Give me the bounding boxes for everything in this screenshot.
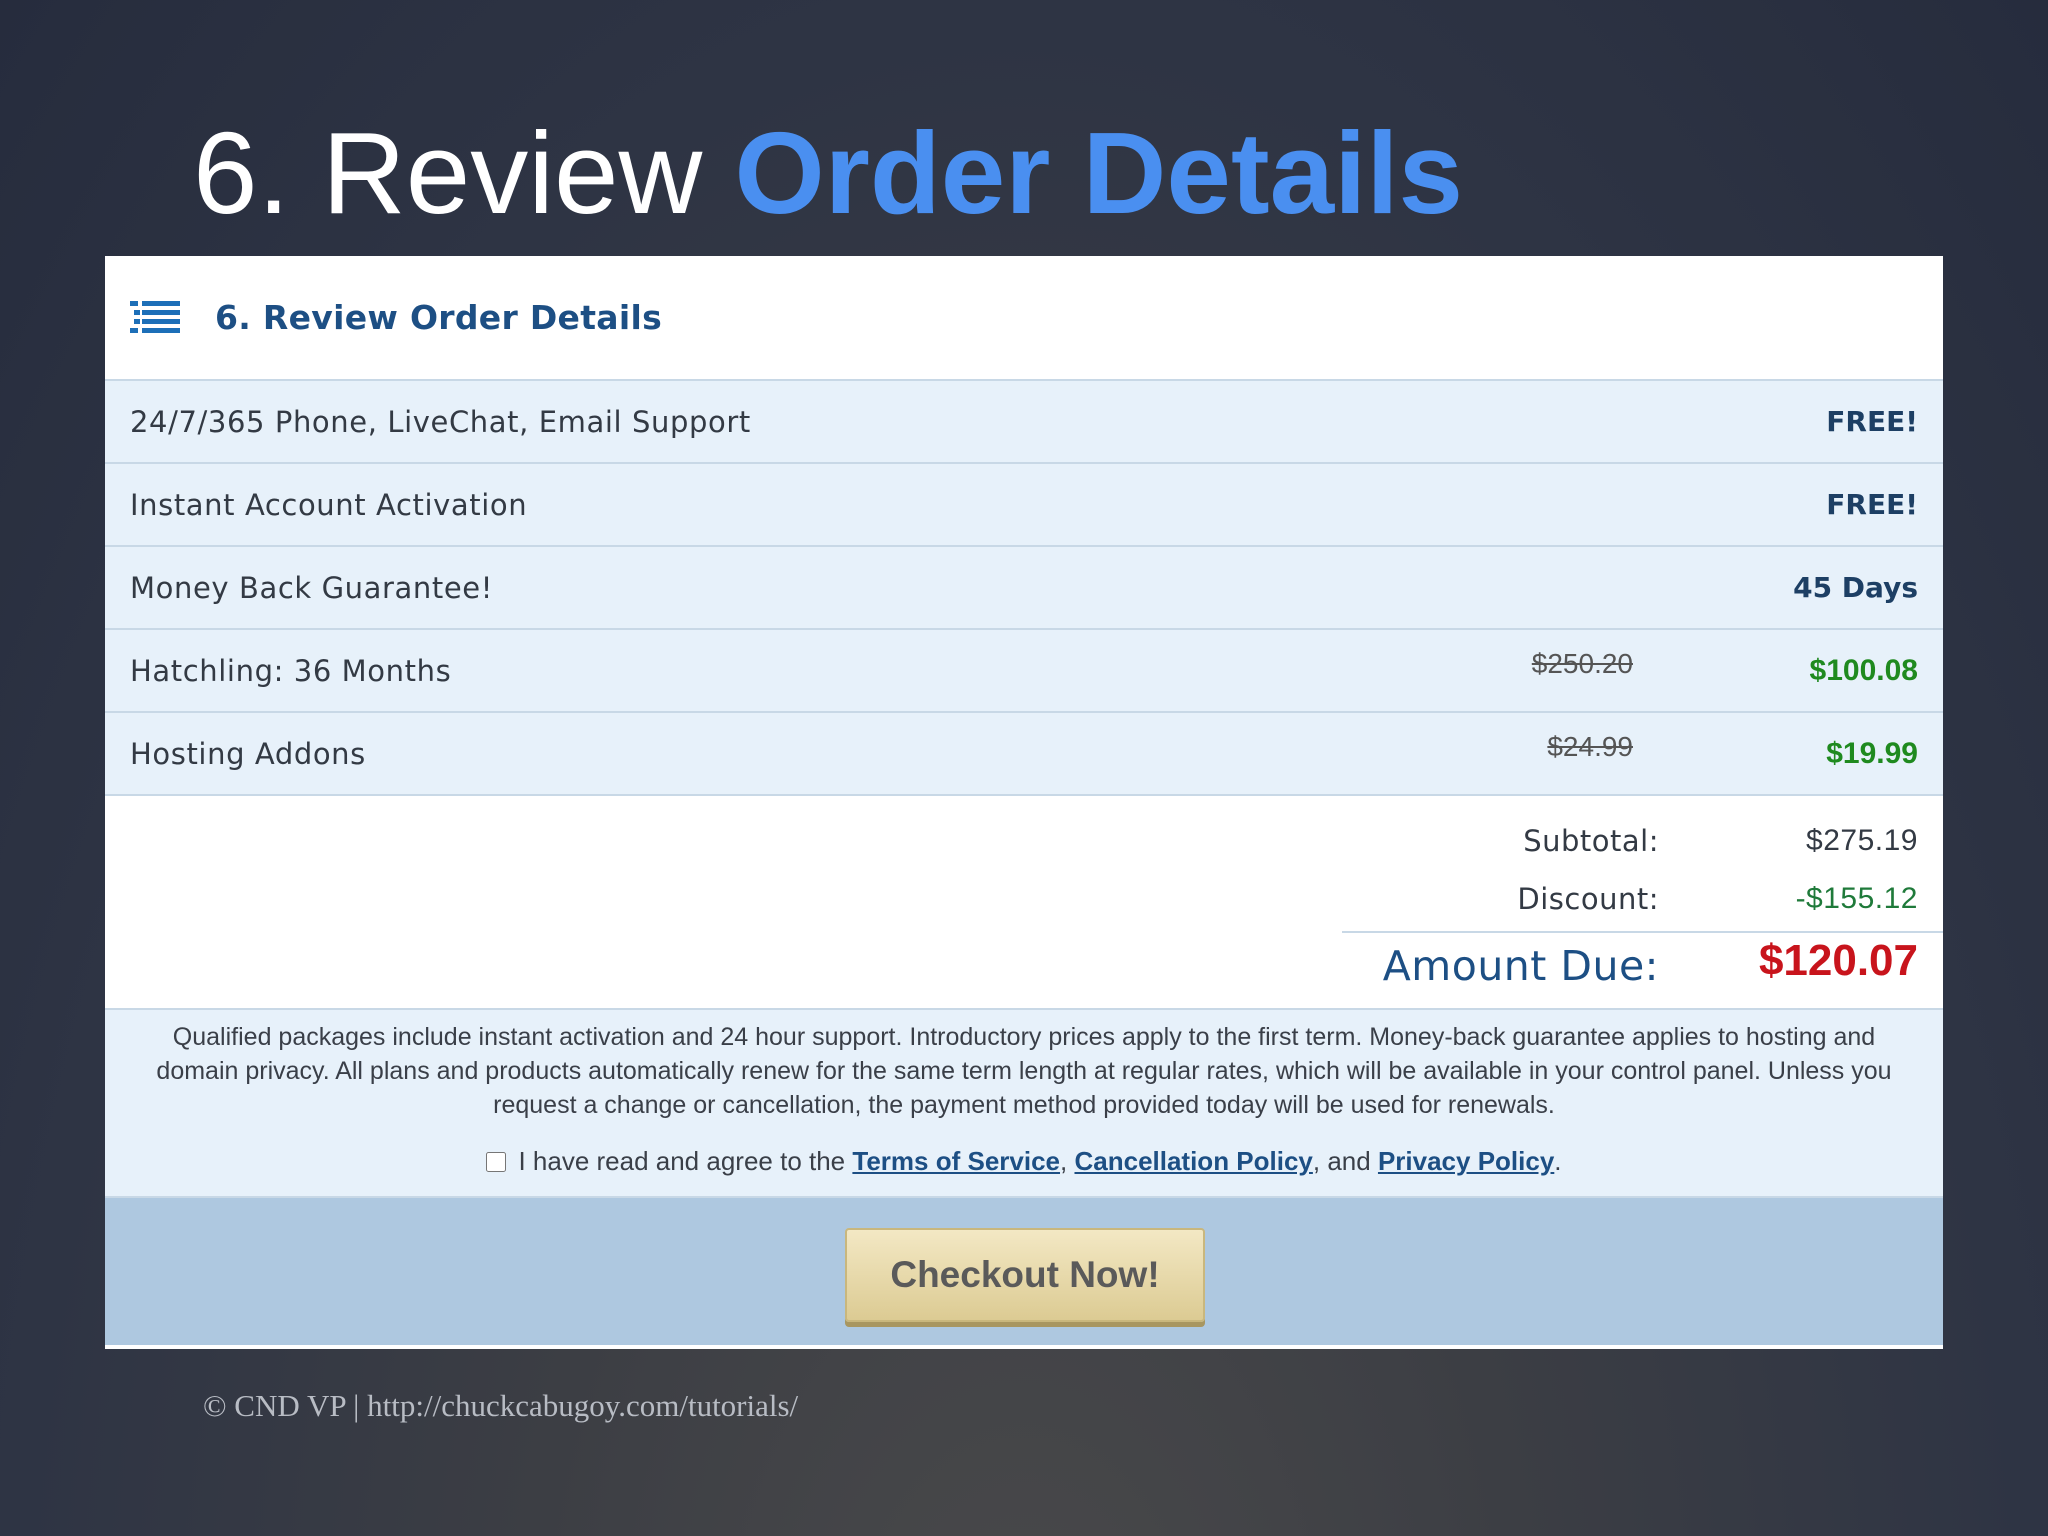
line-item-hatchling: Hatchling: 36 Months $250.20 $100.08 [105,630,1943,713]
line-item-label: Hatchling: 36 Months [130,653,452,688]
agree-text: I have read and agree to the Terms of Se… [518,1146,1561,1177]
line-item-activation: Instant Account Activation FREE! [105,464,1943,547]
line-item-label: Hosting Addons [130,736,366,771]
slide-title: 6. Review Order Details [193,108,1463,238]
terms-of-service-link[interactable]: Terms of Service [852,1146,1060,1176]
line-item-value: FREE! [1826,488,1918,521]
line-item-old-price: $24.99 [1547,731,1633,762]
line-item-label: 24/7/365 Phone, LiveChat, Email Support [130,404,751,439]
terms-section: Qualified packages include instant activ… [105,1010,1943,1198]
agree-row: I have read and agree to the Terms of Se… [135,1146,1913,1177]
privacy-policy-link[interactable]: Privacy Policy [1378,1146,1554,1176]
agree-and: , and [1312,1146,1371,1176]
amount-due-label: Amount Due: [1382,942,1659,990]
agree-period: . [1554,1146,1562,1176]
panel-header: 6. Review Order Details [105,256,1943,381]
order-details-panel: 6. Review Order Details 24/7/365 Phone, … [105,256,1943,1349]
line-item-addons: Hosting Addons $24.99 $19.99 [105,713,1943,796]
agree-prefix: I have read and agree to the [518,1146,846,1176]
totals-section: Subtotal: $275.19 Discount: -$155.12 Amo… [105,796,1943,1010]
subtotal-label: Subtotal: [1523,824,1659,858]
discount-label: Discount: [1517,882,1659,916]
line-item-value: 45 Days [1793,571,1918,604]
slide-title-accent: Order Details [734,108,1464,238]
line-item-value: FREE! [1826,405,1918,438]
cancellation-policy-link[interactable]: Cancellation Policy [1074,1146,1312,1176]
line-item-value: $100.08 [1809,653,1918,687]
line-item-label: Money Back Guarantee! [130,570,493,605]
discount-value: -$155.12 [1795,882,1918,915]
checkout-bar: Checkout Now! [105,1198,1943,1345]
agree-checkbox[interactable] [486,1151,507,1172]
terms-text: Qualified packages include instant activ… [156,1023,1892,1119]
line-item-guarantee: Money Back Guarantee! 45 Days [105,547,1943,630]
amount-due-value: $120.07 [1758,936,1918,985]
slide-title-prefix: 6. Review [193,108,703,238]
line-item-support: 24/7/365 Phone, LiveChat, Email Support … [105,381,1943,464]
totals-divider [1342,931,1943,933]
line-item-old-price: $250.20 [1531,648,1633,679]
line-item-label: Instant Account Activation [130,487,528,522]
checkout-button[interactable]: Checkout Now! [845,1228,1205,1322]
slide-credit: © CND VP | http://chuckcabugoy.com/tutor… [203,1388,799,1423]
subtotal-value: $275.19 [1806,824,1918,857]
panel-title: 6. Review Order Details [215,298,663,337]
list-icon [130,300,180,333]
agree-comma: , [1060,1146,1068,1176]
line-item-value: $19.99 [1826,736,1918,770]
